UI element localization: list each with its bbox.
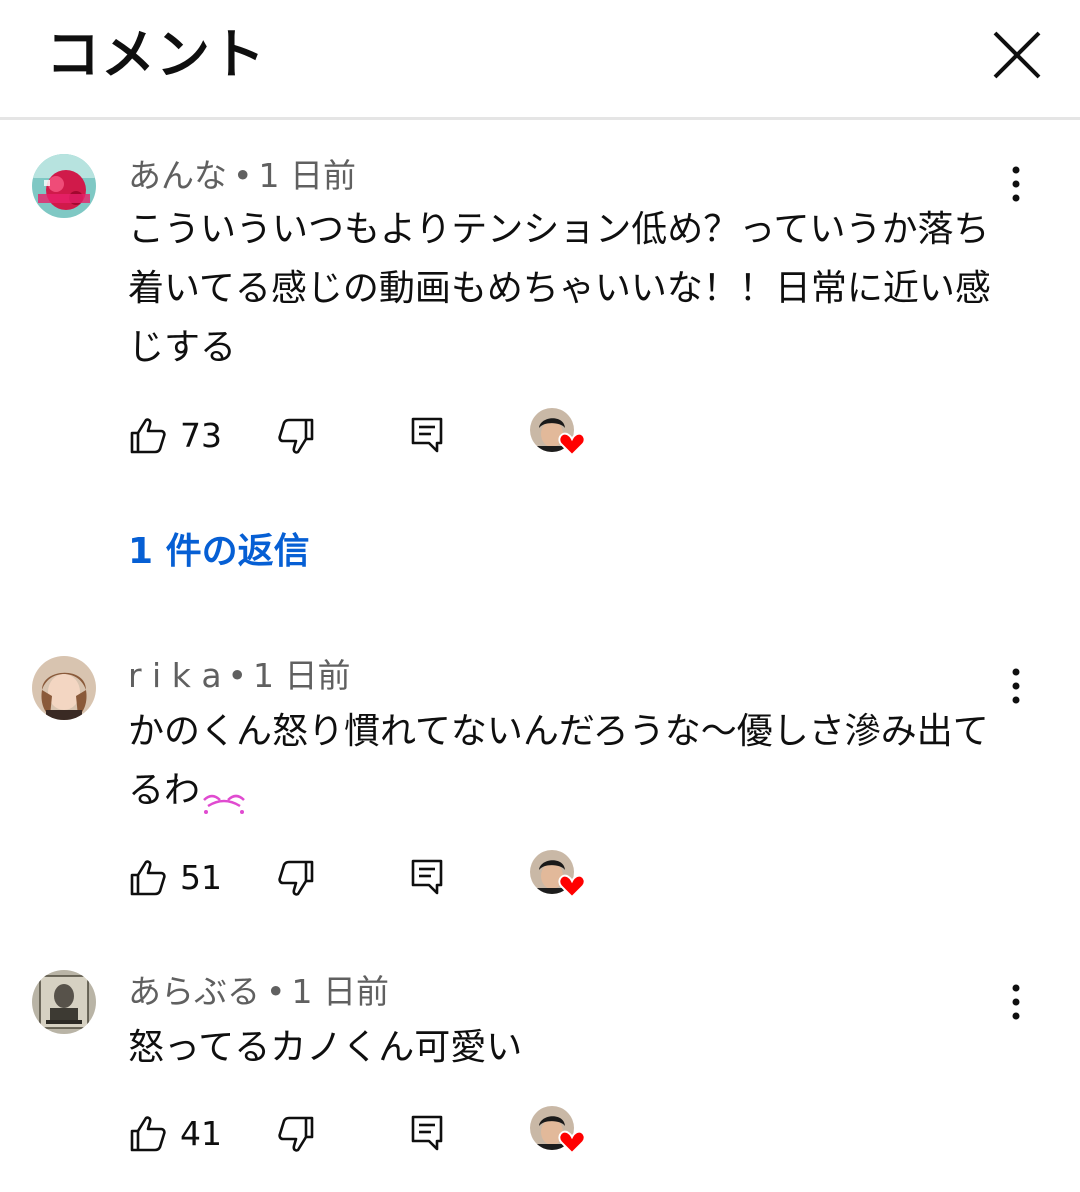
comment-time: 1 日前 [253,656,351,695]
comment-actions: 73 [128,408,648,468]
avatar[interactable] [32,656,96,720]
heart-icon [558,872,586,900]
close-icon[interactable] [988,26,1046,84]
dislike-icon[interactable] [276,416,316,456]
like-count: 73 [180,416,222,455]
comment-text: 怒ってるカノくん可愛い [128,1027,523,1068]
comment-time: 1 日前 [291,972,389,1011]
comment-author[interactable]: r i k a [128,656,222,695]
comment-actions: 41 [128,1106,648,1166]
view-replies-link[interactable]: 1 件の返信 [128,530,310,574]
reply-icon[interactable] [410,858,444,896]
creator-heart-badge [530,850,586,906]
dislike-icon[interactable] [276,1114,316,1154]
avatar[interactable] [32,970,96,1034]
comment-author[interactable]: あんな [128,156,227,195]
panel-title: コメント [46,23,266,86]
comments-header: コメント [0,0,1080,120]
comment-text: かのくん怒り慣れてないんだろうな〜優しさ滲み出てるわ [128,702,1008,820]
heart-icon [558,430,586,458]
meta-separator: • [227,656,248,695]
reply-icon[interactable] [410,416,444,454]
meta-separator: • [233,156,253,195]
creator-heart-badge [530,1106,586,1162]
comment-meta: あんな • 1 日前 [128,156,356,196]
like-icon[interactable] [128,1114,168,1154]
pleading-face-emoji [200,777,248,814]
comment-meta: あらぶる • 1 日前 [128,972,389,1012]
like-icon[interactable] [128,416,168,456]
comment-meta: r i k a • 1 日前 [128,656,351,696]
like-icon[interactable] [128,858,168,898]
comment-actions: 51 [128,850,648,910]
reply-icon[interactable] [410,1114,444,1152]
creator-heart-badge [530,408,586,464]
dislike-icon[interactable] [276,858,316,898]
meta-separator: • [266,972,286,1011]
comment-time: 1 日前 [258,156,356,195]
like-count: 51 [180,858,222,897]
like-count: 41 [180,1114,222,1153]
comment-author[interactable]: あらぶる [128,972,260,1011]
comment-text-content: かのくん怒り慣れてないんだろうな〜優しさ滲み出てるわ [128,711,989,811]
avatar[interactable] [32,154,96,218]
heart-icon [558,1128,586,1156]
comment-text: こういういつもよりテンション低め？っていうか落ち着いてる感じの動画もめちゃいいな… [128,209,991,368]
